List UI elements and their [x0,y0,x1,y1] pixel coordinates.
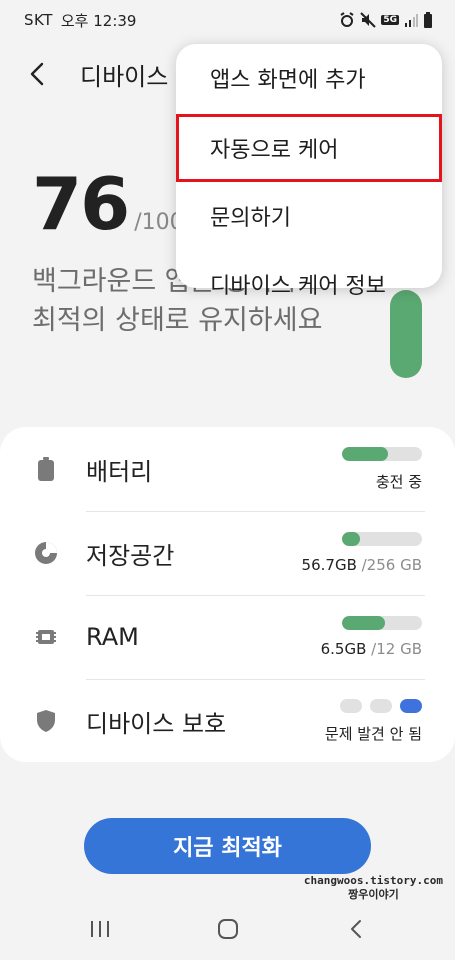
home-button[interactable] [208,914,248,944]
status-bar: SKT 오후 12:39 5G [0,0,455,40]
device-protection-status: 문제 발견 안 됨 [324,698,422,744]
menu-item-add-to-apps[interactable]: 앱스 화면에 추가 [176,44,442,112]
device-protection-label: 디바이스 보호 [86,709,227,738]
menu-item-auto-care[interactable]: 자동으로 케어 [176,114,442,182]
watermark-url: changwoos.tistory.com [303,874,443,887]
home-icon [218,919,238,939]
score-value: 76 [32,162,130,246]
signal-icon [405,14,418,27]
protection-dot [370,698,392,713]
battery-status: 충전 중 [342,446,422,492]
ram-bar-fill [342,616,386,630]
battery-status-text: 충전 중 [375,472,422,491]
recent-apps-button[interactable] [80,914,120,944]
protection-dots [325,698,422,713]
navigation-bar [0,900,455,960]
protection-dot-active [400,698,422,713]
battery-status-icon [424,12,432,28]
network-badge: 5G [381,15,399,25]
score-block: 76 /100 [32,168,184,240]
back-arrow-icon [30,62,44,86]
ram-bar [342,616,422,630]
alarm-icon [340,12,354,27]
watermark: changwoos.tistory.com 짱우이야기 [304,874,443,902]
storage-label: 저장공간 [86,541,175,570]
device-protection-row[interactable]: 디바이스 보호 문제 발견 안 됨 [0,679,455,763]
battery-row[interactable]: 배터리 충전 중 [0,427,455,511]
storage-bar-fill [342,532,360,546]
back-nav-button[interactable] [336,914,376,944]
ram-row[interactable]: RAM 6.5GB /12 GB [0,595,455,679]
recent-apps-icon [91,921,109,937]
ram-used: 6.5GB [320,640,367,658]
mute-icon [360,12,377,28]
storage-total: /256 GB [356,556,422,574]
status-icons: 5G [339,12,433,28]
carrier-label: SKT [24,11,53,29]
menu-item-contact-us[interactable]: 문의하기 [176,182,442,250]
ram-status: 6.5GB /12 GB [321,616,422,658]
battery-bar-fill [342,446,389,461]
menu-item-about-device-care[interactable]: 디바이스 케어 정보 [176,250,442,318]
battery-icon [34,457,58,481]
status-time: 오후 12:39 [60,11,137,30]
protection-dot [340,698,362,713]
storage-status: 56.7GB /256 GB [302,532,422,574]
storage-used: 56.7GB [301,556,357,574]
storage-row[interactable]: 저장공간 56.7GB /256 GB [0,511,455,595]
overflow-menu: 앱스 화면에 추가 자동으로 케어 문의하기 디바이스 케어 정보 [176,44,442,299]
battery-label: 배터리 [86,457,153,486]
back-nav-icon [351,920,361,938]
battery-bar [342,446,422,461]
chip-icon [34,625,58,649]
back-button[interactable] [0,50,80,98]
optimize-now-button[interactable]: 지금 최적화 [84,818,371,874]
shield-icon [34,709,58,733]
device-protection-status-text: 문제 발견 안 됨 [324,724,422,743]
storage-pie-icon [34,541,58,565]
storage-bar [342,532,422,546]
status-card: 배터리 충전 중 저장공간 56.7GB /256 GB RAM 6.5GB /… [0,427,455,762]
ram-label: RAM [86,623,139,651]
ram-total: /12 GB [366,640,422,658]
